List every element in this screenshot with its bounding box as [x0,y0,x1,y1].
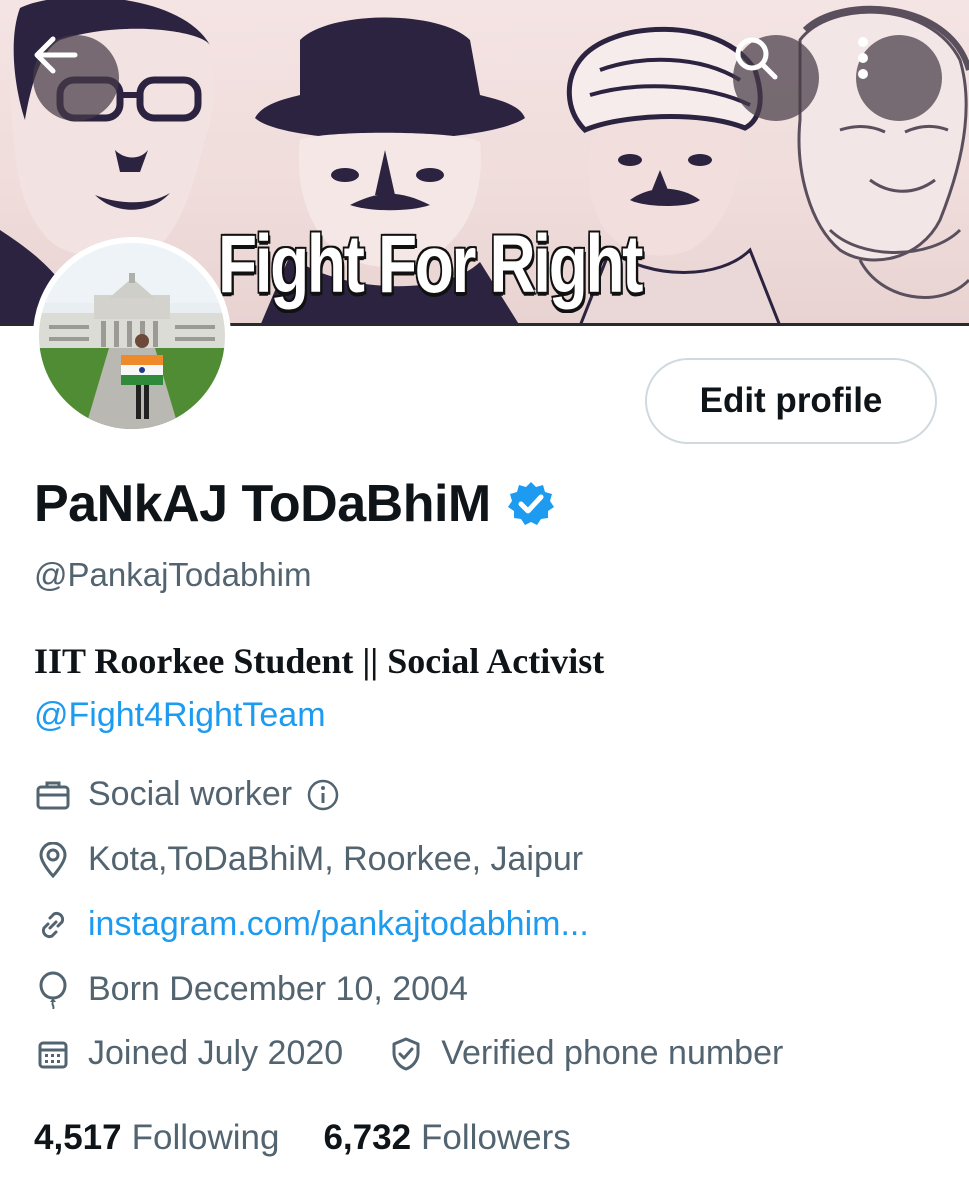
more-vertical-icon [858,37,868,79]
following-link[interactable]: 4,517 Following [34,1118,279,1158]
search-icon [735,37,778,80]
verified-badge-icon[interactable] [507,480,555,528]
back-button[interactable] [33,35,119,121]
followers-label: Followers [421,1118,571,1157]
profile-page: Fight For Right Edit profile PaNkAJ ToDa… [0,0,969,1200]
calendar-icon [34,1035,72,1073]
bio-mention-link[interactable]: @Fight4RightTeam [34,696,326,735]
followers-count: 6,732 [323,1118,412,1157]
arrow-left-icon [34,36,78,74]
edit-profile-button[interactable]: Edit profile [645,358,937,444]
info-icon[interactable] [306,778,340,812]
display-name: PaNkAJ ToDaBhiM [34,474,555,534]
location-pin-icon [34,841,72,879]
verified-phone-text: Verified phone number [441,1034,784,1072]
follow-stats: 4,517 Following 6,732 Followers [34,1118,615,1158]
profession-text: Social worker [88,775,293,813]
website-link[interactable]: instagram.com/pankajtodabhim... [88,905,589,944]
following-count: 4,517 [34,1118,122,1157]
briefcase-icon [34,776,72,814]
user-handle: @PankajTodabhim [34,556,312,593]
birthday-row: Born December 10, 2004 [34,970,468,1009]
banner-slogan: Fight For Right [218,219,643,310]
followers-link[interactable]: 6,732 Followers [323,1118,570,1158]
website-row: instagram.com/pankajtodabhim... [34,905,589,944]
balloon-icon [34,971,72,1009]
profile-bio: IIT Roorkee Student || Social Activist [34,641,605,681]
display-name-text: PaNkAJ ToDaBhiM [34,475,491,533]
profession-row: Social worker [34,775,340,814]
link-icon [34,906,72,944]
avatar[interactable] [33,237,231,435]
joined-row: Joined July 2020 Verified phone number [34,1034,783,1073]
location-row: Kota,ToDaBhiM, Roorkee, Jaipur [34,840,583,879]
following-label: Following [131,1118,280,1157]
avatar-photo [39,243,225,429]
search-button[interactable] [733,35,819,121]
birthday-text: Born December 10, 2004 [88,970,468,1008]
more-options-button[interactable] [856,35,942,121]
location-text: Kota,ToDaBhiM, Roorkee, Jaipur [88,840,584,878]
joined-text: Joined July 2020 [88,1034,344,1072]
shield-check-icon [387,1035,425,1073]
verified-phone: Verified phone number [387,1034,783,1073]
